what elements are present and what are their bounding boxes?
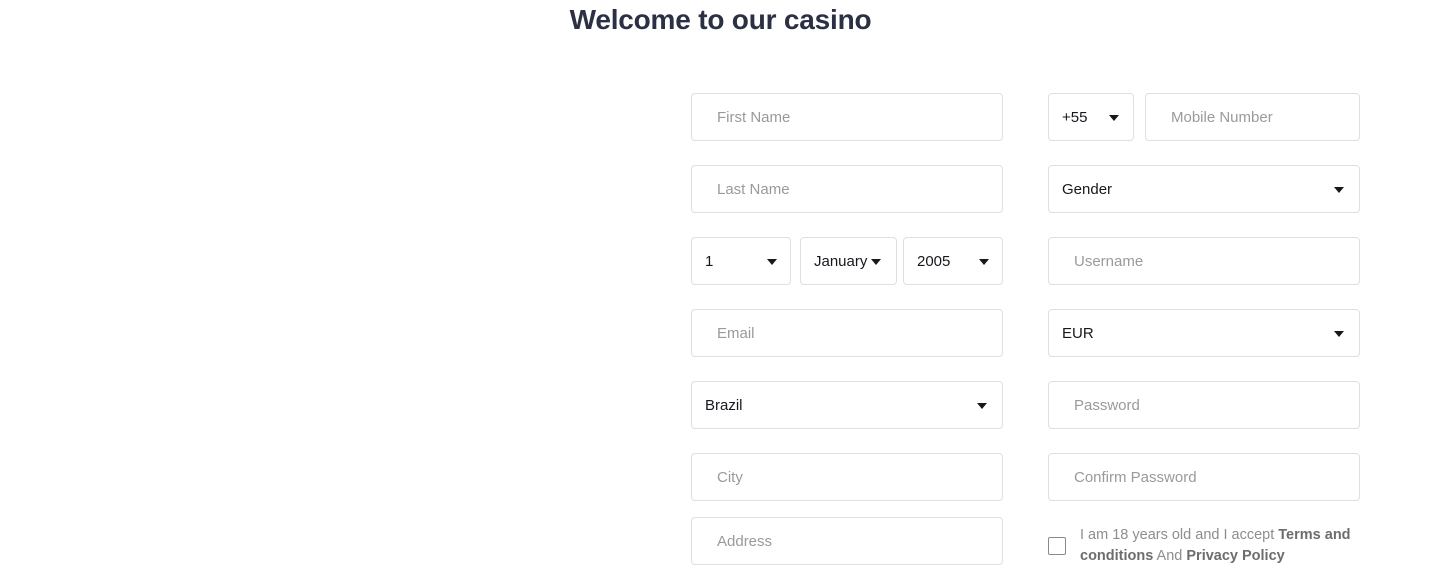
chevron-down-icon [979, 259, 989, 265]
address-placeholder: Address [717, 532, 773, 550]
terms-row[interactable]: I am 18 years old and I accept Terms and… [1048, 525, 1363, 567]
username-placeholder: Username [1074, 252, 1144, 270]
terms-checkbox[interactable] [1048, 537, 1066, 556]
email-placeholder: Email [717, 324, 755, 342]
city-field[interactable]: City [691, 453, 1003, 501]
password-placeholder: Password [1074, 396, 1140, 414]
dob-day-value: 1 [705, 252, 714, 270]
first-name-field[interactable]: First Name [691, 93, 1003, 141]
mobile-number-field[interactable]: Mobile Number [1145, 93, 1360, 141]
currency-value: EUR [1062, 324, 1094, 342]
dob-month-value: January [814, 252, 868, 270]
privacy-policy-link[interactable]: Privacy Policy [1186, 548, 1284, 564]
currency-select[interactable]: EUR [1048, 309, 1360, 357]
first-name-placeholder: First Name [717, 108, 791, 126]
gender-select[interactable]: Gender [1048, 165, 1360, 213]
country-value: Brazil [705, 396, 743, 414]
dob-day-select[interactable]: 1 [691, 237, 791, 285]
country-code-select[interactable]: +55 [1048, 93, 1134, 141]
username-field[interactable]: Username [1048, 237, 1360, 285]
chevron-down-icon [871, 259, 881, 265]
country-code-value: +55 [1062, 108, 1088, 126]
email-field[interactable]: Email [691, 309, 1003, 357]
dob-year-value: 2005 [917, 252, 951, 270]
chevron-down-icon [977, 403, 987, 409]
last-name-field[interactable]: Last Name [691, 165, 1003, 213]
dob-year-select[interactable]: 2005 [903, 237, 1003, 285]
terms-lead-text: I am 18 years old and I accept [1080, 527, 1279, 543]
country-select[interactable]: Brazil [691, 381, 1003, 429]
last-name-placeholder: Last Name [717, 180, 790, 198]
confirm-password-placeholder: Confirm Password [1074, 468, 1197, 486]
address-field[interactable]: Address [691, 517, 1003, 565]
mobile-number-placeholder: Mobile Number [1171, 108, 1273, 126]
dob-month-select[interactable]: January [800, 237, 897, 285]
chevron-down-icon [1109, 115, 1119, 121]
terms-label: I am 18 years old and I accept Terms and… [1080, 525, 1363, 567]
registration-page: Welcome to our casino First Name Last Na… [0, 0, 1441, 581]
city-placeholder: City [717, 468, 743, 486]
chevron-down-icon [1334, 331, 1344, 337]
registration-form: First Name Last Name 1 January 2005 Emai… [0, 0, 1441, 581]
terms-conjunction-text: And [1153, 548, 1187, 565]
password-field[interactable]: Password [1048, 381, 1360, 429]
confirm-password-field[interactable]: Confirm Password [1048, 453, 1360, 501]
chevron-down-icon [767, 259, 777, 265]
chevron-down-icon [1334, 187, 1344, 193]
gender-value: Gender [1062, 180, 1113, 198]
